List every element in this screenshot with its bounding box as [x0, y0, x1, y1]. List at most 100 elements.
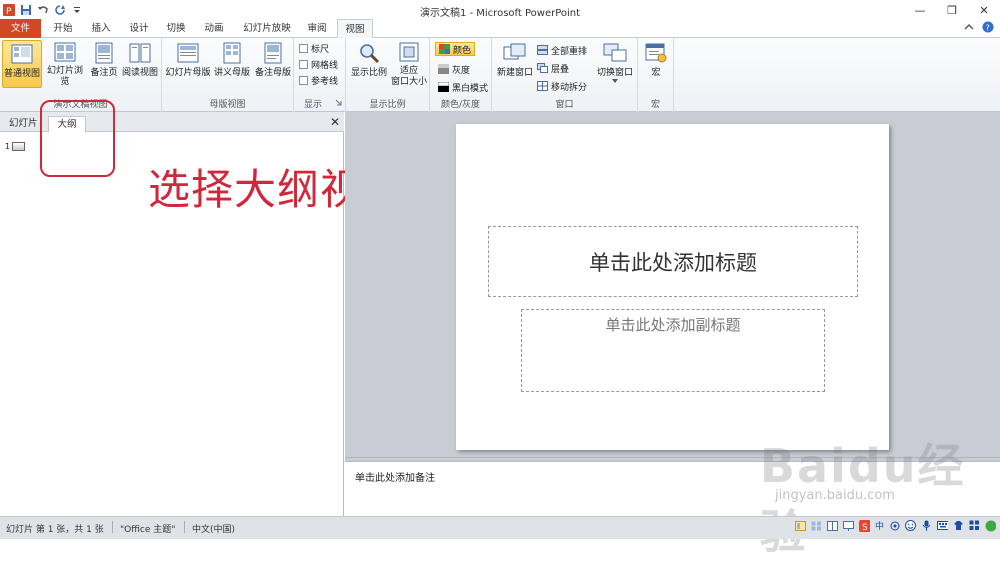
arrange-all-label: 全部重排 [551, 46, 588, 57]
slide-thumbnail-icon [12, 142, 26, 151]
switch-windows-icon [602, 40, 628, 66]
arrange-all-button[interactable]: 全部重排 [537, 43, 587, 57]
slide-master-icon [175, 40, 201, 66]
emoji-icon[interactable] [905, 520, 916, 531]
notes-page-label: 备注页 [90, 68, 118, 78]
skin-icon[interactable] [953, 520, 964, 531]
close-button[interactable]: ✕ [968, 0, 1000, 20]
macros-button[interactable]: 宏 [641, 40, 671, 88]
color-button[interactable]: 颜色 [435, 42, 476, 56]
grayscale-button[interactable]: 灰度 [438, 62, 470, 76]
group-zoom: 显示比例 适应 窗口大小 显示比例 [346, 38, 430, 112]
status-divider [184, 521, 185, 533]
group-macros: 宏 宏 [638, 38, 674, 112]
normal-view-label: 普通视图 [3, 69, 40, 79]
guides-checkbox[interactable]: 参考线 [299, 73, 338, 87]
normal-view-icon [9, 41, 35, 67]
title-placeholder[interactable]: 单击此处添加标题 [488, 226, 858, 297]
switch-windows-button[interactable]: 切换窗口 [594, 40, 636, 88]
tab-file[interactable]: 文件 [0, 19, 41, 38]
zoom-label: 显示比例 [350, 68, 387, 78]
notes-master-button[interactable]: 备注母版 [253, 40, 293, 88]
status-language[interactable]: 中文(中国) [192, 522, 235, 535]
normal-view-button[interactable]: 普通视图 [2, 40, 42, 88]
notes-placeholder[interactable]: 单击此处添加备注 [355, 469, 435, 484]
tab-transitions[interactable]: 切换 [159, 19, 193, 38]
black-white-swatch-icon [438, 82, 449, 92]
color-swatch-icon [439, 44, 450, 54]
black-white-label: 黑白模式 [452, 83, 489, 94]
minimize-ribbon-icon[interactable] [964, 22, 974, 35]
slideshow-status-icon[interactable] [842, 520, 854, 531]
tab-view[interactable]: 视图 [337, 19, 373, 39]
ruler-label: 标尺 [311, 44, 330, 55]
black-white-button[interactable]: 黑白模式 [438, 80, 488, 94]
zoom-button[interactable]: 显示比例 [350, 40, 388, 88]
notes-page-button[interactable]: 备注页 [88, 40, 120, 88]
tab-insert[interactable]: 插入 [84, 19, 118, 38]
status-theme[interactable]: "Office 主题" [120, 522, 175, 535]
handout-master-button[interactable]: 讲义母版 [212, 40, 252, 88]
svg-text:S: S [862, 523, 868, 532]
keyboard-icon[interactable] [937, 520, 948, 531]
window-controls: — ❐ ✕ [904, 0, 1000, 20]
notes-master-label: 备注母版 [254, 68, 291, 78]
ime-chinese-mode[interactable]: 中 [875, 520, 884, 532]
status-bar: 幻灯片 第 1 张，共 1 张 "Office 主题" 中文(中国) S 中 [0, 516, 1000, 539]
slide-sorter-button[interactable]: 幻灯片浏览 [43, 40, 87, 88]
group-label-color: 颜色/灰度 [440, 100, 481, 110]
gridlines-checkbox[interactable]: 网格线 [299, 57, 338, 71]
notes-page-icon [91, 40, 117, 66]
handout-master-label: 讲义母版 [213, 68, 250, 78]
gridlines-check-icon [299, 59, 308, 69]
status-tray: S 中 [794, 519, 996, 532]
group-show: 标尺 网格线 参考线 显示 [294, 38, 346, 112]
close-pane-icon[interactable]: ✕ [330, 115, 340, 129]
gridlines-label: 网格线 [311, 60, 339, 71]
restore-button[interactable]: ❐ [936, 0, 968, 20]
outline-slide-entry[interactable]: 1 [5, 142, 26, 151]
subtitle-placeholder[interactable]: 单击此处添加副标题 [521, 309, 825, 392]
cascade-button[interactable]: 层叠 [537, 61, 569, 75]
group-color-grayscale: 颜色 灰度 黑白模式 颜色/灰度 [430, 38, 492, 112]
show-dialog-launcher-icon[interactable] [335, 99, 342, 109]
grayscale-label: 灰度 [452, 65, 471, 76]
new-window-button[interactable]: 新建窗口 [495, 40, 535, 88]
ruler-checkbox[interactable]: 标尺 [299, 41, 329, 55]
highlight-box [40, 100, 115, 177]
tab-slides[interactable]: 幻灯片 [3, 116, 44, 132]
fit-line2-label: 窗口大小 [390, 77, 427, 87]
tab-home[interactable]: 开始 [46, 19, 80, 38]
move-split-label: 移动拆分 [551, 82, 588, 93]
cascade-label: 层叠 [551, 64, 570, 75]
cascade-icon [537, 63, 548, 73]
punctuation-icon[interactable] [889, 520, 900, 531]
sogou-ime-icon[interactable]: S [858, 519, 870, 532]
switch-windows-label: 切换窗口 [596, 68, 633, 78]
fit-to-window-button[interactable]: 适应 窗口大小 [390, 40, 428, 88]
tab-design[interactable]: 设计 [122, 19, 156, 38]
slide-sorter-icon [52, 40, 78, 64]
group-window: 新建窗口 全部重排 层叠 移动拆分 切换窗口 窗口 [492, 38, 638, 112]
move-split-button[interactable]: 移动拆分 [537, 79, 587, 93]
reading-view-button[interactable]: 阅读视图 [121, 40, 159, 88]
minimize-button[interactable]: — [904, 0, 936, 20]
microphone-icon[interactable] [921, 520, 932, 531]
reading-view-label: 阅读视图 [121, 68, 158, 78]
new-window-label: 新建窗口 [496, 68, 533, 78]
status-slide-info: 幻灯片 第 1 张，共 1 张 [6, 525, 104, 535]
guides-label: 参考线 [311, 76, 339, 87]
arrange-all-icon [537, 45, 548, 55]
slide-sorter-label: 幻灯片浏览 [46, 66, 83, 87]
slide-sorter-status-icon[interactable] [811, 520, 822, 531]
help-icon[interactable]: ? [982, 21, 994, 36]
guides-check-icon [299, 75, 308, 85]
reading-view-status-icon[interactable] [826, 520, 838, 531]
tab-slideshow[interactable]: 幻灯片放映 [238, 19, 296, 38]
normal-view-status-icon[interactable] [794, 520, 806, 531]
toolbox-icon[interactable] [969, 520, 980, 531]
slide-master-button[interactable]: 幻灯片母版 [165, 40, 211, 88]
tab-animations[interactable]: 动画 [197, 19, 231, 38]
tab-review[interactable]: 审阅 [301, 19, 333, 38]
slide-canvas[interactable]: 单击此处添加标题 单击此处添加副标题 [456, 124, 889, 450]
